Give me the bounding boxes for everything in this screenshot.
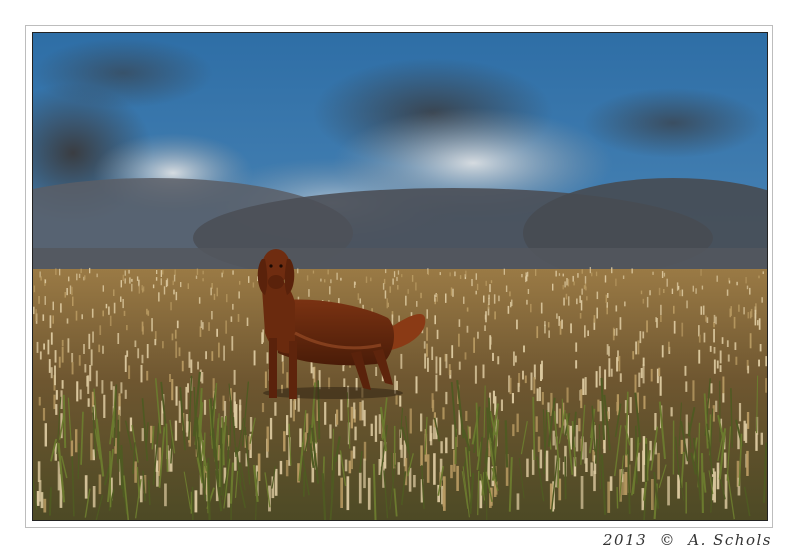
photo-caption: 2013 © A. Schols [603, 531, 772, 549]
photograph [32, 32, 768, 521]
caption-author: A. Schols [688, 531, 772, 549]
photo-canvas [33, 33, 767, 520]
caption-year: 2013 [603, 531, 648, 549]
copyright-icon: © [659, 531, 676, 549]
